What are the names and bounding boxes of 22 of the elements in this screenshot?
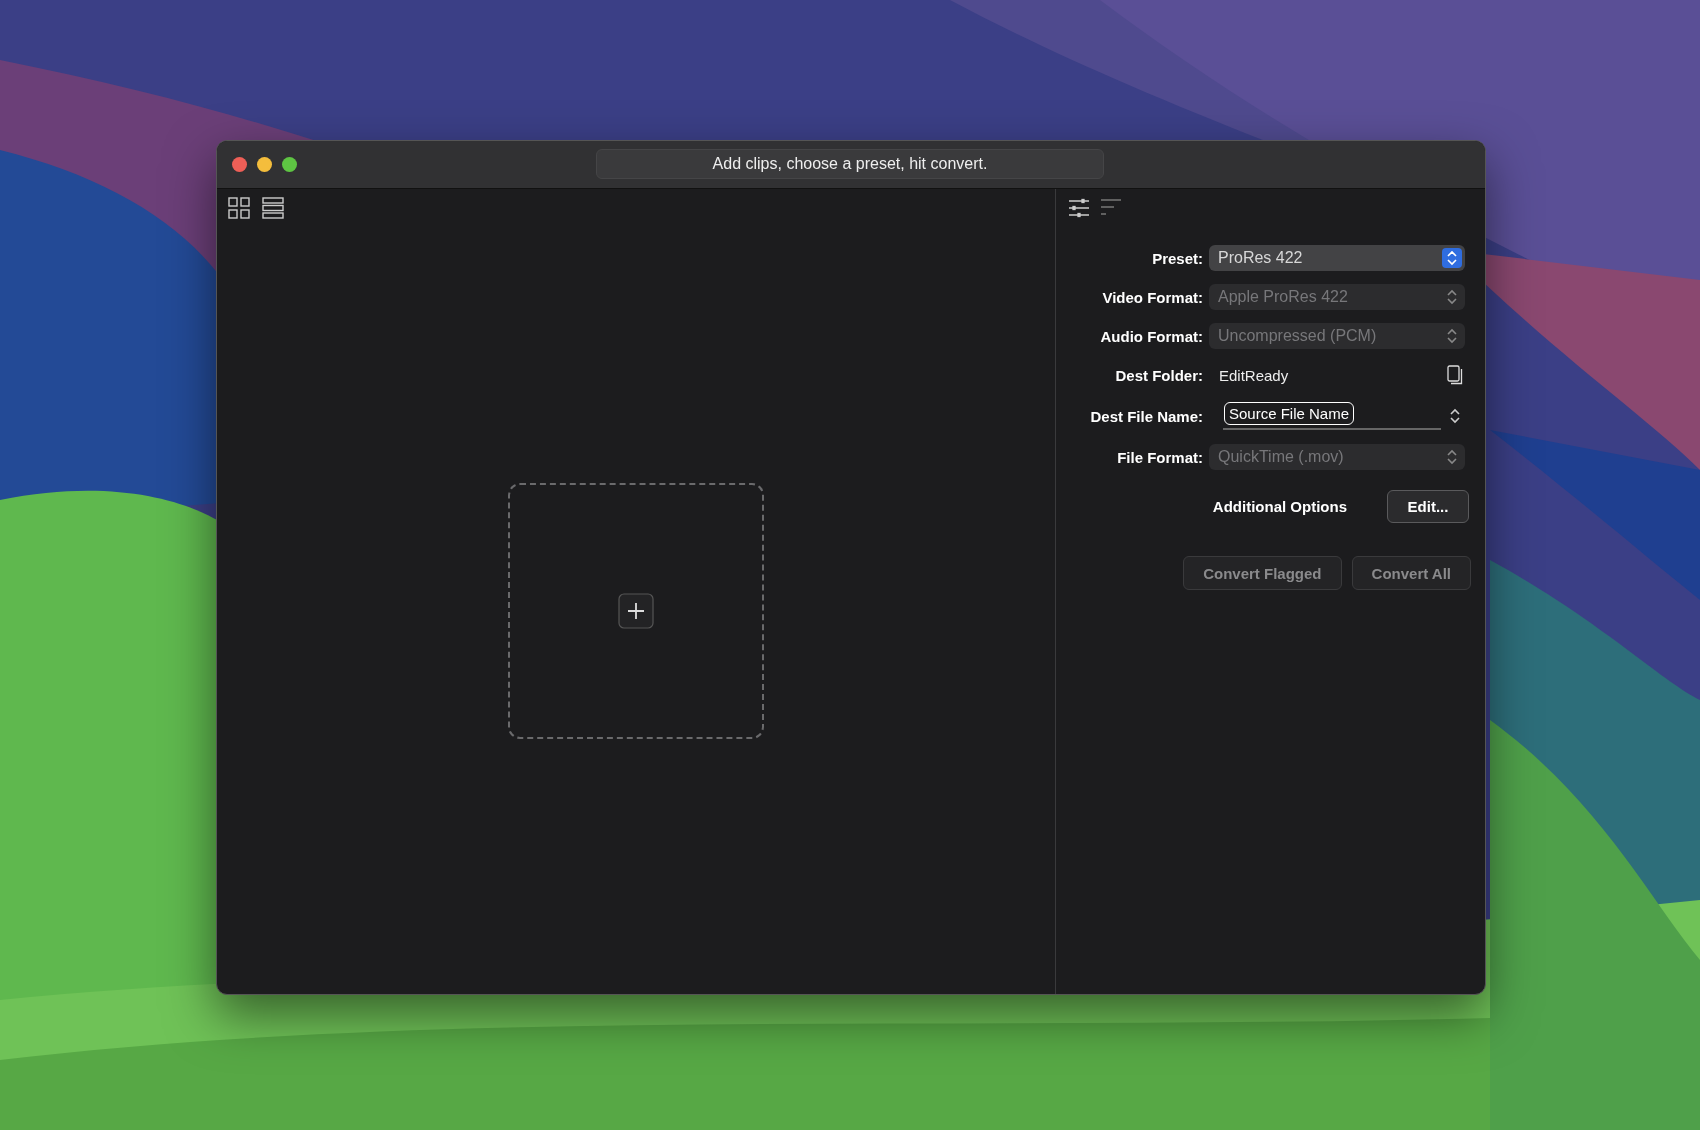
zoom-button[interactable] (282, 157, 297, 172)
field-label: Video Format: (1101, 288, 1203, 306)
documents-icon[interactable] (1447, 365, 1463, 385)
section-label: Additional Options (1212, 498, 1347, 515)
field-label: File Format: (1116, 448, 1203, 466)
filename-field[interactable]: Source File Name (1223, 402, 1441, 430)
folder-name: EditReady (1219, 366, 1289, 384)
grid-view-icon[interactable] (228, 197, 250, 219)
list-view-icon[interactable] (262, 197, 284, 219)
stepper-icon (1442, 248, 1462, 268)
edit-button[interactable]: Edit... (1387, 490, 1469, 523)
minimize-button[interactable] (257, 157, 272, 172)
field-label: Preset: (1151, 249, 1203, 267)
sliders-icon[interactable] (1068, 197, 1090, 219)
window-title: Add clips, choose a preset, hit convert. (596, 149, 1104, 179)
close-button[interactable] (232, 157, 247, 172)
add-icon[interactable] (618, 592, 654, 629)
field-label: Audio Format: (1099, 327, 1203, 345)
popup-menu[interactable]: ProRes 422 (1209, 245, 1465, 271)
field-label: Dest File Name: (1089, 407, 1203, 425)
token-pill[interactable]: Source File Name (1224, 402, 1355, 425)
field-label: Dest Folder: (1114, 366, 1203, 384)
